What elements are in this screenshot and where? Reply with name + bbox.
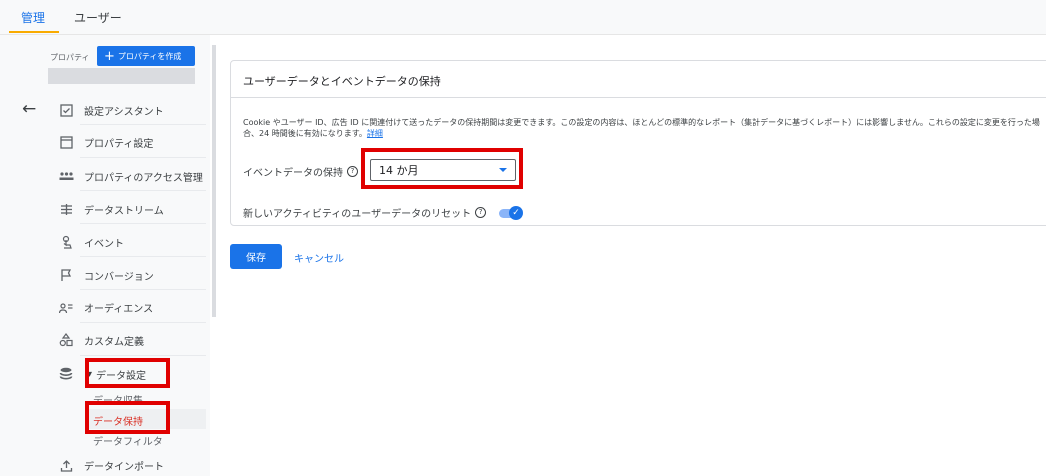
property-selector[interactable] <box>48 68 195 84</box>
save-button[interactable]: 保存 <box>230 244 282 269</box>
flag-icon <box>58 267 74 283</box>
cancel-button[interactable]: キャンセル <box>294 250 344 265</box>
event-retention-row: イベントデータの保持 ? <box>243 164 358 179</box>
card-description: Cookie やユーザー ID、広告 ID に関連付けて送ったデータの保持期間は… <box>243 118 1040 138</box>
highlight-box-event-retention <box>361 148 523 189</box>
checkbox-icon <box>58 102 74 118</box>
divider <box>80 157 206 158</box>
database-icon <box>58 366 74 382</box>
help-icon[interactable]: ? <box>347 166 358 177</box>
divider <box>80 289 206 290</box>
highlight-box-data-settings <box>85 358 170 388</box>
learn-more-link[interactable]: 詳細 <box>367 129 383 138</box>
people-icon <box>58 168 74 184</box>
divider <box>80 355 206 356</box>
window-icon <box>58 134 74 150</box>
reset-user-data-row: 新しいアクティビティのユーザーデータのリセット ? <box>243 205 487 220</box>
audience-icon <box>58 299 74 315</box>
help-icon[interactable]: ? <box>475 207 487 218</box>
check-icon: ✓ <box>509 206 523 220</box>
property-label: プロパティ <box>50 53 90 62</box>
divider <box>80 256 206 257</box>
reset-user-data-toggle[interactable]: ✓ <box>499 206 525 220</box>
plus-icon: + <box>104 48 115 64</box>
tab-user[interactable]: ユーザー <box>74 9 122 26</box>
touch-icon <box>58 234 74 250</box>
back-arrow-icon[interactable]: ← <box>22 99 36 119</box>
shapes-icon <box>58 332 74 348</box>
divider <box>80 322 206 323</box>
tab-admin[interactable]: 管理 <box>21 9 45 26</box>
card-title: ユーザーデータとイベントデータの保持 <box>243 75 441 88</box>
divider <box>80 124 206 125</box>
active-tab-indicator <box>9 31 59 33</box>
divider <box>80 223 206 224</box>
sidebar-subitem-data-filters[interactable]: データフィルタ <box>93 433 163 448</box>
sidebar-scrollbar[interactable] <box>212 45 216 317</box>
highlight-box-data-retention <box>85 401 170 434</box>
streams-icon <box>58 201 74 217</box>
top-tab-bar: 管理 ユーザー <box>0 0 1046 35</box>
create-property-button[interactable]: + プロパティを作成 <box>97 46 195 66</box>
retention-settings-card: ユーザーデータとイベントデータの保持 Cookie やユーザー ID、広告 ID… <box>230 60 1046 226</box>
upload-icon <box>58 457 74 473</box>
divider <box>231 97 1046 98</box>
divider <box>80 190 206 191</box>
